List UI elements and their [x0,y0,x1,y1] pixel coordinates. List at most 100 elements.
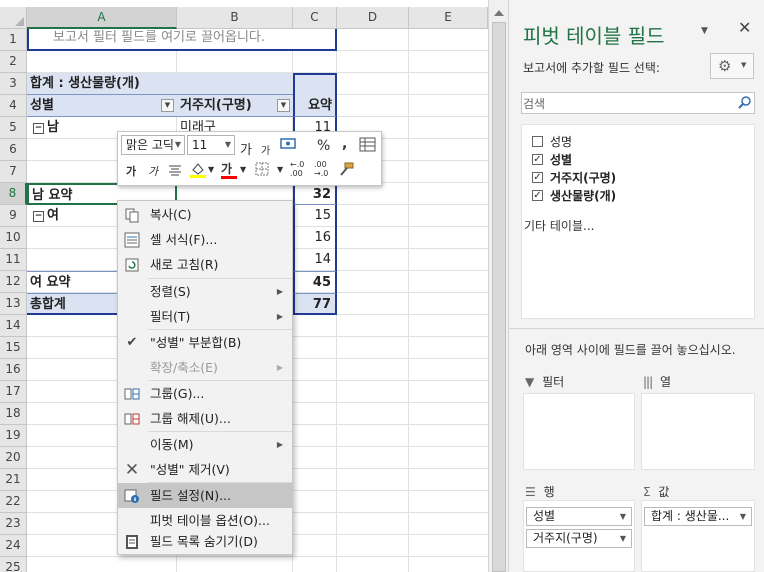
scroll-up-arrow-icon[interactable] [494,10,504,16]
pane-splitter[interactable] [509,328,764,329]
align-center-icon[interactable] [167,163,183,177]
row-header[interactable]: 23 [0,513,27,535]
row-header[interactable]: 19 [0,425,27,447]
field-item[interactable]: ✓ 생산물량(개) [532,187,616,205]
row-header[interactable]: 24 [0,535,27,557]
field-checkbox-checked[interactable]: ✓ [532,154,543,165]
pivot-title-cell[interactable]: 합계 : 생산물량(개) [27,73,293,95]
value-cell[interactable]: 15 [293,205,337,227]
column-header-a[interactable]: A [27,7,177,29]
chevron-down-icon[interactable]: ▼ [240,165,246,174]
row-header[interactable]: 20 [0,447,27,469]
grow-font-button[interactable]: 가 [240,139,252,158]
borders-icon[interactable] [255,162,269,176]
row-header[interactable]: 13 [0,293,27,315]
row-header[interactable]: 17 [0,381,27,403]
summary-header-cell[interactable]: 요약 [293,73,337,117]
vertical-scrollbar[interactable] [488,0,509,572]
value-cell[interactable]: 14 [293,249,337,271]
row-header[interactable]: 9 [0,205,27,227]
field-checkbox-checked[interactable]: ✓ [532,172,543,183]
shrink-font-button[interactable]: 가 [261,142,270,157]
value-field-pill[interactable]: 합계 : 생산물... ▼ [644,507,752,526]
report-filter-drop-area[interactable]: 보고서 필터 필드를 여기로 끌어옵니다. [27,29,337,51]
menu-item-sort[interactable]: 정렬(S) ▶ [118,279,292,304]
column-header-b[interactable]: B [177,7,293,29]
bold-button[interactable]: 가 [126,163,136,179]
increase-decimal-button[interactable]: ←.0.00 [290,160,304,178]
chevron-down-icon[interactable]: ▼ [277,165,283,174]
format-painter-icon[interactable] [337,161,355,179]
font-color-button[interactable]: 가 [221,160,232,177]
row-header[interactable]: 25 [0,557,27,572]
percent-button[interactable]: % [317,138,330,154]
location-filter-dropdown-icon[interactable]: ▼ [277,99,290,112]
filters-drop-area[interactable] [523,393,635,470]
columns-drop-area[interactable] [641,393,755,470]
menu-item-remove-field[interactable]: ✕ "성별" 제거(V) [118,457,292,482]
row-header[interactable]: 14 [0,315,27,337]
field-item[interactable]: 성명 [532,133,572,151]
scrollbar-thumb[interactable] [492,22,506,572]
row-header[interactable]: 1 [0,29,27,51]
field-item[interactable]: ✓ 성별 [532,151,572,169]
more-tables-link[interactable]: 기타 테이블... [524,217,594,234]
row-header[interactable]: 18 [0,403,27,425]
values-drop-area[interactable]: 합계 : 생산물... ▼ [641,500,755,572]
field-search-box[interactable]: 검색 [521,92,755,114]
fill-color-icon[interactable] [189,161,207,179]
accounting-format-icon[interactable] [280,137,298,151]
menu-item-move[interactable]: 이동(M) ▶ [118,432,292,457]
column-header-d[interactable]: D [337,7,409,29]
menu-item-hide-field-list[interactable]: 필드 목록 숨기기(D) [118,529,292,554]
rows-drop-area[interactable]: 성별 ▼ 거주지(구명) ▼ [523,500,635,572]
menu-item-filter[interactable]: 필터(T) ▶ [118,304,292,329]
gender-filter-dropdown-icon[interactable]: ▼ [161,99,174,112]
value-cell[interactable]: 16 [293,227,337,249]
grand-total-value[interactable]: 77 [293,293,337,315]
search-icon[interactable] [738,95,752,109]
row-header[interactable]: 11 [0,249,27,271]
field-item[interactable]: ✓ 거주지(구명) [532,169,616,187]
row-header[interactable]: 22 [0,491,27,513]
menu-item-subtotal[interactable]: ✔ "성별" 부분합(B) [118,330,292,355]
row-header[interactable]: 21 [0,469,27,491]
collapse-minus-icon[interactable]: − [33,123,44,134]
pane-options-chevron-icon[interactable]: ▼ [701,26,708,36]
row-header[interactable]: 16 [0,359,27,381]
row-header[interactable]: 10 [0,227,27,249]
collapse-minus-icon[interactable]: − [33,211,44,222]
row-header[interactable]: 5 [0,117,27,139]
row-header[interactable]: 6 [0,139,27,161]
row-field-pill[interactable]: 성별 ▼ [526,507,632,526]
chevron-down-icon[interactable]: ▼ [208,165,214,174]
font-name-combo[interactable]: 맑은 고딕 ▼ [121,135,185,155]
row-header[interactable]: 2 [0,51,27,73]
font-size-combo[interactable]: 11 ▼ [187,135,235,155]
field-checkbox-checked[interactable]: ✓ [532,190,543,201]
male-subtotal-value[interactable]: 32 [293,183,337,205]
row-header[interactable]: 15 [0,337,27,359]
column-header-c[interactable]: C [293,7,337,29]
row-header[interactable]: 3 [0,73,27,95]
menu-item-field-settings[interactable]: 필드 설정(N)... [118,483,292,508]
format-table-icon[interactable] [359,137,377,153]
menu-item-group[interactable]: 그룹(G)... [118,381,292,406]
row-header[interactable]: 4 [0,95,27,117]
tools-button[interactable]: ⚙ ▼ [710,53,754,79]
row-label-header-gender[interactable]: 성별 ▼ [27,95,177,117]
select-all-corner[interactable] [0,7,27,29]
menu-item-ungroup[interactable]: 그룹 해제(U)... [118,406,292,431]
female-subtotal-value[interactable]: 45 [293,271,337,293]
field-checkbox[interactable] [532,136,543,147]
row-header[interactable]: 12 [0,271,27,293]
decrease-decimal-button[interactable]: .00 →.0 [314,160,328,178]
row-header[interactable]: 8 [0,183,27,205]
menu-item-refresh[interactable]: 새로 고침(R) [118,252,292,277]
menu-item-format-cells[interactable]: 셀 서식(F)... [118,227,292,252]
italic-button[interactable]: 가 [148,163,158,179]
row-header[interactable]: 7 [0,161,27,183]
row-label-header-location[interactable]: 거주지(구명) ▼ [177,95,293,117]
menu-item-expand-collapse[interactable]: 확장/축소(E) ▶ [118,355,292,380]
menu-item-copy[interactable]: 복사(C) [118,202,292,227]
